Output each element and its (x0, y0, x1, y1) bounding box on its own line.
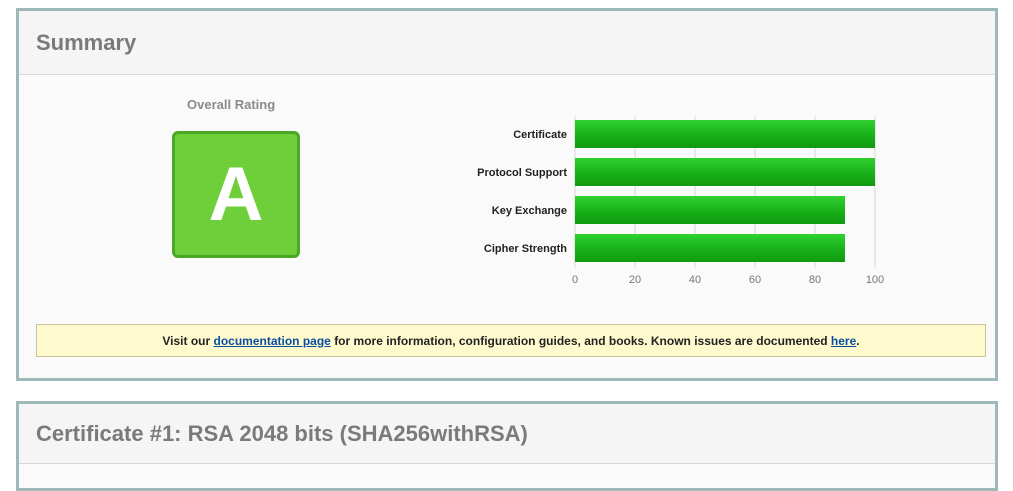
rating-bar-chart: Certificate Protocol Support Key Exchange C… (477, 116, 884, 286)
x-tick-label: 60 (749, 274, 761, 286)
documentation-page-link[interactable]: documentation page (214, 334, 331, 348)
category-label: Protocol Support (477, 167, 567, 179)
x-tick-label: 0 (572, 274, 578, 286)
x-tick-label: 40 (689, 274, 701, 286)
grade-letter: A (208, 151, 264, 237)
notice-middle: for more information, configuration guid… (334, 333, 828, 348)
summary-header: Summary (19, 11, 995, 75)
notice-prefix: Visit our (162, 333, 211, 348)
category-label: Key Exchange (492, 205, 567, 217)
bar-cipher-strength (575, 234, 845, 262)
grade-badge: A (172, 131, 300, 258)
summary-title: Summary (36, 29, 137, 55)
documentation-notice: Visit our documentation page for more in… (36, 324, 986, 357)
certificate-panel: Certificate #1: RSA 2048 bits (SHA256wit… (16, 401, 998, 491)
certificate-header: Certificate #1: RSA 2048 bits (SHA256wit… (19, 404, 995, 464)
certificate-title: Certificate #1: RSA 2048 bits (SHA256wit… (36, 420, 528, 446)
x-tick-label: 80 (809, 274, 821, 286)
bar-protocol-support (575, 158, 875, 186)
summary-panel: Summary Overall Rating A Certificate Prot… (16, 8, 998, 381)
bar-certificate (575, 120, 875, 148)
known-issues-link[interactable]: here (831, 334, 856, 348)
x-tick-label: 20 (629, 274, 641, 286)
overall-rating-label: Overall Rating (187, 97, 276, 112)
category-label: Certificate (513, 129, 567, 141)
category-label: Cipher Strength (484, 243, 567, 255)
notice-suffix: . (856, 333, 860, 348)
x-tick-label: 100 (866, 274, 884, 286)
bar-key-exchange (575, 196, 845, 224)
